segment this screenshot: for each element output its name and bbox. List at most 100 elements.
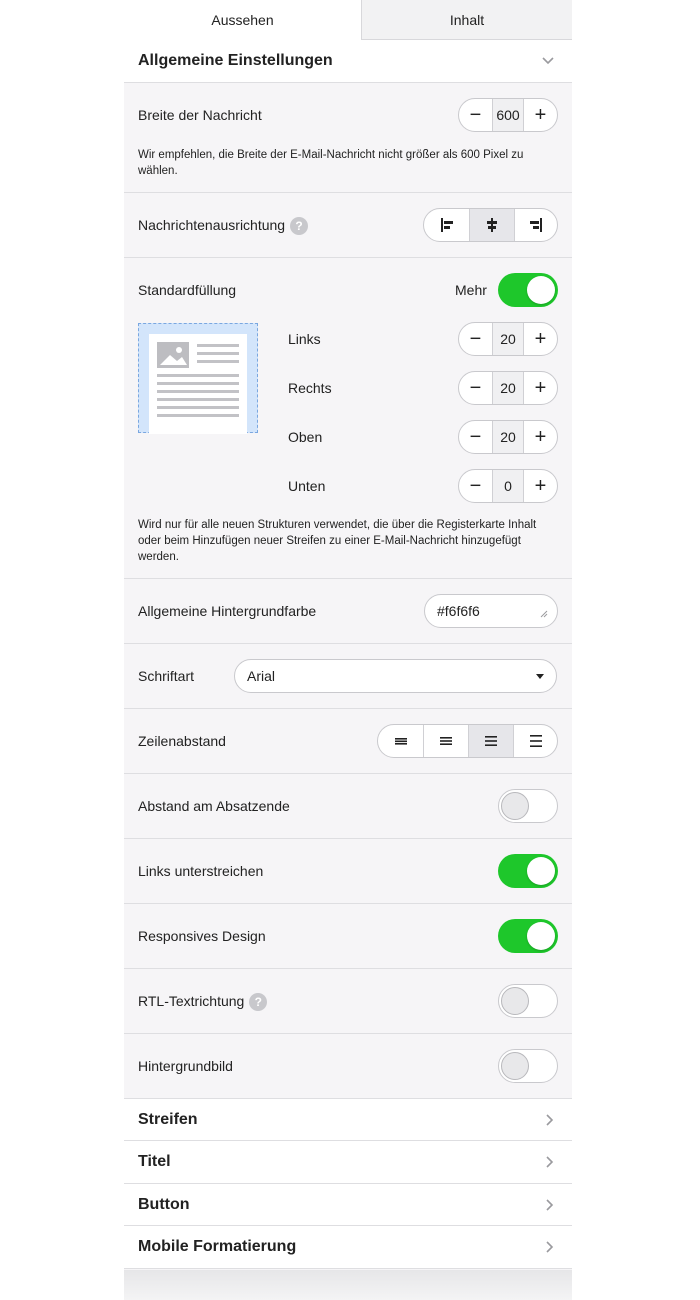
decrement-button[interactable]: − [459, 323, 492, 355]
chevron-right-icon [546, 1199, 554, 1211]
toggle-knob [527, 276, 555, 304]
row-font: Schriftart Arial [124, 644, 572, 709]
padding-right-stepper: − 20 + [458, 371, 558, 405]
align-right-icon [530, 218, 542, 232]
paragraph-spacing-label: Abstand am Absatzende [138, 798, 290, 814]
section-header-general-settings[interactable]: Allgemeine Einstellungen [124, 40, 572, 83]
line-spacing-option-4[interactable] [513, 725, 557, 757]
increment-button[interactable]: + [524, 99, 557, 131]
caret-down-icon [536, 674, 544, 679]
toggle-knob [527, 922, 555, 950]
align-center-icon [487, 218, 497, 232]
section-stripes[interactable]: Streifen [124, 1099, 572, 1141]
rtl-direction-label: RTL-Textrichtung? [138, 993, 268, 1012]
line-spacing-label: Zeilenabstand [138, 733, 226, 749]
padding-bottom-stepper: − 0 + [458, 469, 558, 503]
row-background-color: Allgemeine Hintergrundfarbe #f6f6f6 [124, 579, 572, 644]
toggle-knob [501, 1052, 529, 1080]
responsive-design-toggle[interactable] [498, 919, 558, 953]
font-select[interactable]: Arial [234, 659, 557, 693]
section-button-title: Button [138, 1195, 190, 1213]
row-message-alignment: Nachrichtenausrichtung? [124, 193, 572, 258]
section-mobile-formatting[interactable]: Mobile Formatierung [124, 1226, 572, 1269]
resize-handle-icon [540, 610, 548, 618]
increment-button[interactable]: + [524, 372, 557, 404]
line-spacing-option-3[interactable] [468, 725, 513, 757]
increment-button[interactable]: + [524, 421, 557, 453]
responsive-design-label: Responsives Design [138, 928, 266, 944]
section-title-title: Titel [138, 1153, 171, 1170]
toggle-knob [501, 792, 529, 820]
section-title[interactable]: Titel [124, 1141, 572, 1184]
chevron-right-icon [546, 1241, 554, 1253]
message-width-note: Wir empfehlen, die Breite der E-Mail-Nac… [138, 149, 524, 177]
line-spacing-segmented-control [377, 724, 558, 758]
image-placeholder-icon [157, 342, 239, 417]
help-icon[interactable]: ? [249, 993, 268, 1012]
section-stripes-title: Streifen [138, 1110, 198, 1128]
message-width-stepper: − 600 + [458, 98, 558, 132]
background-color-input[interactable]: #f6f6f6 [424, 594, 558, 628]
section-button[interactable]: Button [124, 1184, 572, 1226]
row-message-width: Breite der Nachricht − 600 + Wir empfehl… [124, 83, 572, 193]
underline-links-toggle[interactable] [498, 854, 558, 888]
padding-top-stepper: − 20 + [458, 420, 558, 454]
background-image-label: Hintergrundbild [138, 1058, 233, 1074]
align-right-button[interactable] [514, 209, 557, 241]
preview-paper [149, 334, 247, 434]
padding-left-value[interactable]: 20 [492, 323, 524, 355]
padding-left-stepper: − 20 + [458, 322, 558, 356]
font-label: Schriftart [138, 668, 195, 684]
message-alignment-label: Nachrichtenausrichtung? [138, 217, 309, 236]
background-color-label: Allgemeine Hintergrundfarbe [138, 603, 317, 619]
panel-footer [124, 1270, 572, 1300]
padding-preview [138, 323, 258, 434]
decrement-button[interactable]: − [459, 372, 492, 404]
line-spacing-normal-icon [440, 737, 452, 745]
paragraph-spacing-toggle[interactable] [498, 789, 558, 823]
message-width-label: Breite der Nachricht [138, 107, 262, 123]
chevron-down-icon [542, 57, 554, 65]
line-spacing-relaxed-icon [485, 736, 497, 746]
row-responsive-design: Responsives Design [124, 904, 572, 969]
padding-top-value[interactable]: 20 [492, 421, 524, 453]
row-default-padding: Standardfüllung Mehr Links − 20 + Rechts… [124, 258, 572, 579]
default-padding-label: Standardfüllung [138, 282, 237, 298]
message-width-value[interactable]: 600 [492, 99, 524, 131]
decrement-button[interactable]: − [459, 99, 492, 131]
settings-panel: Aussehen Inhalt Allgemeine Einstellungen… [124, 0, 572, 1300]
row-rtl-direction: RTL-Textrichtung? [124, 969, 572, 1034]
default-padding-note: Wird nur für alle neuen Strukturen verwe… [138, 519, 537, 563]
decrement-button[interactable]: − [459, 470, 492, 502]
tab-aussehen[interactable]: Aussehen [124, 0, 361, 40]
row-background-image: Hintergrundbild [124, 1034, 572, 1099]
increment-button[interactable]: + [524, 323, 557, 355]
background-image-toggle[interactable] [498, 1049, 558, 1083]
padding-right-value[interactable]: 20 [492, 372, 524, 404]
section-mobile-formatting-title: Mobile Formatierung [138, 1238, 297, 1255]
underline-links-label: Links unterstreichen [138, 863, 264, 879]
padding-right-label: Rechts [288, 380, 332, 396]
help-icon[interactable]: ? [290, 217, 309, 236]
tab-bar: Aussehen Inhalt [124, 0, 572, 40]
line-spacing-option-1[interactable] [378, 725, 423, 757]
decrement-button[interactable]: − [459, 421, 492, 453]
chevron-right-icon [546, 1156, 554, 1168]
row-line-spacing: Zeilenabstand [124, 709, 572, 774]
padding-top-label: Oben [288, 429, 323, 445]
line-spacing-wide-icon [529, 735, 542, 747]
section-title: Allgemeine Einstellungen [138, 52, 333, 69]
rtl-direction-toggle[interactable] [498, 984, 558, 1018]
row-paragraph-spacing: Abstand am Absatzende [124, 774, 572, 839]
chevron-right-icon [546, 1114, 554, 1126]
more-toggle[interactable] [498, 273, 558, 307]
row-underline-links: Links unterstreichen [124, 839, 572, 904]
line-spacing-option-2[interactable] [423, 725, 468, 757]
increment-button[interactable]: + [524, 470, 557, 502]
align-center-button[interactable] [469, 209, 514, 241]
toggle-knob [501, 987, 529, 1015]
padding-bottom-value[interactable]: 0 [492, 470, 524, 502]
line-spacing-tight-icon [394, 738, 407, 745]
align-left-button[interactable] [424, 209, 469, 241]
tab-inhalt[interactable]: Inhalt [361, 0, 572, 40]
